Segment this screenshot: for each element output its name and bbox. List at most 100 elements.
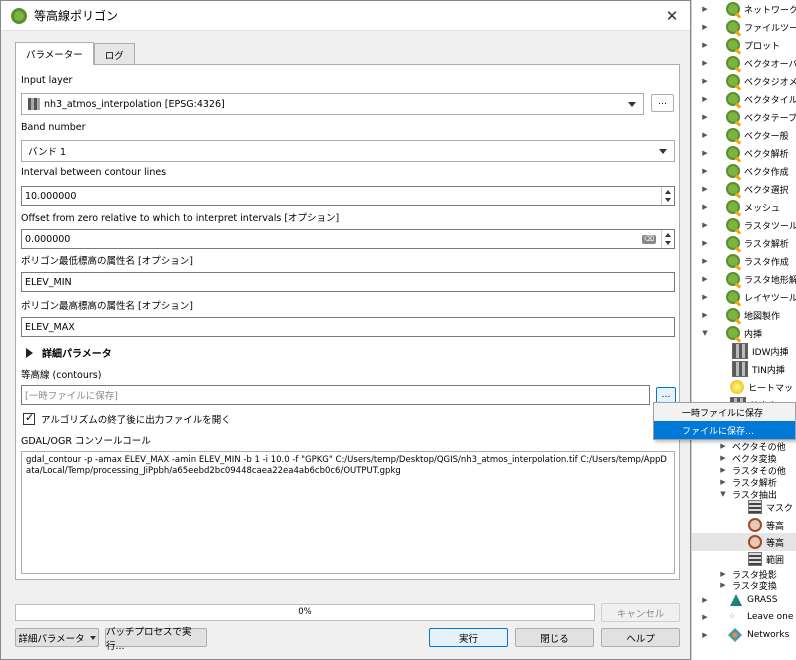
toolbox-group[interactable]: ▶ネットワーク解 <box>692 0 796 18</box>
expand-arrow-icon[interactable]: ▶ <box>700 631 710 639</box>
collapse-arrow-icon[interactable]: ▼ <box>718 490 728 498</box>
toolbox-group[interactable]: ▶ ベクタ選択 <box>692 180 789 198</box>
toolbox-group[interactable]: ▶ラスタ地形解析 <box>692 270 796 288</box>
help-button[interactable]: ヘルプ <box>601 628 680 647</box>
band-select[interactable]: バンド 1 <box>21 140 675 162</box>
networks-icon <box>728 628 742 642</box>
expand-arrow-icon[interactable]: ▶ <box>700 23 710 31</box>
toolbox-group[interactable]: ▶ ベクタタイル <box>692 90 796 108</box>
interval-spinbox[interactable]: 10.000000 <box>21 186 675 206</box>
collapse-arrow-icon[interactable]: ▼ <box>700 329 710 337</box>
expand-arrow-icon[interactable]: ▶ <box>700 221 710 229</box>
toolbox-algorithm[interactable]: 範囲 <box>692 550 784 568</box>
expand-arrow-icon[interactable]: ▶ <box>700 113 710 121</box>
menu-item-save-temp[interactable]: 一時ファイルに保存 <box>654 403 795 421</box>
batch-process-button[interactable]: バッチプロセスで実行... <box>105 627 207 652</box>
expand-arrow-icon[interactable]: ▶ <box>700 95 710 103</box>
input-layer-select[interactable]: nh3_atmos_interpolation [EPSG:4326] <box>21 93 644 115</box>
attr-min-field[interactable]: ELEV_MIN <box>21 272 675 292</box>
clear-icon[interactable]: ⌫ <box>642 235 656 244</box>
toolbox-gdal-group[interactable]: ▶ ラスタ変換 <box>692 579 777 592</box>
toolbox-gdal-group[interactable]: ▶ ラスタその他 <box>692 464 786 477</box>
toolbox-group[interactable]: ▶ベクタオーバー <box>692 54 796 72</box>
advanced-parameters-toggle[interactable]: 詳細パラメータ <box>26 345 112 360</box>
progress-bar: 0% <box>15 604 595 621</box>
expand-arrow-icon[interactable]: ▶ <box>700 131 710 139</box>
qgis-icon <box>726 38 740 52</box>
menu-item-save-to-file[interactable]: ファイルに保存… <box>654 421 795 439</box>
contour-polygon-icon <box>748 535 762 549</box>
toolbox-provider-networks[interactable]: ▶ Networks <box>692 626 789 644</box>
expand-arrow-icon[interactable]: ▶ <box>700 596 710 604</box>
expand-arrow-icon[interactable]: ▶ <box>700 203 710 211</box>
expand-arrow-icon[interactable]: ▶ <box>700 77 710 85</box>
toolbox-group[interactable]: ▶ ベクタ作成 <box>692 162 789 180</box>
close-icon[interactable]: ✕ <box>662 6 682 26</box>
attr-max-field[interactable]: ELEV_MAX <box>21 317 675 337</box>
tab-parameters[interactable]: パラメーター <box>15 42 94 65</box>
expand-arrow-icon[interactable]: ▶ <box>700 257 710 265</box>
expand-arrow-icon[interactable]: ▶ <box>718 442 728 450</box>
toolbox-group[interactable]: ▶ベクタテーブル <box>692 108 796 126</box>
mask-icon <box>748 500 762 514</box>
expand-arrow-icon[interactable]: ▶ <box>700 149 710 157</box>
spin-arrows-icon[interactable] <box>661 230 674 248</box>
toolbox-algorithm[interactable]: TIN内挿 <box>692 360 785 378</box>
output-path-field[interactable]: [一時ファイルに保存] <box>21 385 650 405</box>
qgis-icon <box>726 254 740 268</box>
toolbox-algorithm-selected[interactable]: 等高 <box>692 533 796 551</box>
toolbox-algorithm[interactable]: 等高 <box>692 516 784 534</box>
toolbox-group[interactable]: ▶ ラスタ作成 <box>692 252 789 270</box>
toolbox-gdal-group[interactable]: ▶ ベクタその他 <box>692 440 785 453</box>
input-layer-browse-button[interactable]: … <box>651 94 674 112</box>
toolbox-group[interactable]: ▶ ベクタ解析 <box>692 144 789 162</box>
expand-arrow-icon[interactable]: ▶ <box>718 466 728 474</box>
expand-arrow-icon[interactable]: ▶ <box>700 613 710 621</box>
offset-spinbox[interactable]: 0.000000 ⌫ <box>21 229 675 249</box>
toolbox-algorithm[interactable]: ヒートマッ <box>692 378 793 396</box>
expand-arrow-icon[interactable]: ▶ <box>700 239 710 247</box>
spin-arrows-icon[interactable] <box>661 187 674 205</box>
expand-arrow-icon[interactable]: ▶ <box>700 185 710 193</box>
toolbox-group[interactable]: ▶ ベクター般 <box>692 126 789 144</box>
expand-arrow-icon[interactable]: ▶ <box>700 311 710 319</box>
expand-arrow-icon[interactable]: ▶ <box>700 59 710 67</box>
toolbox-group[interactable]: ▶ プロット <box>692 36 780 54</box>
contour-icon <box>748 518 762 532</box>
cancel-button[interactable]: キャンセル <box>601 603 680 622</box>
checkbox-checked-icon[interactable] <box>23 411 35 425</box>
toolbox-group[interactable]: ▶ファイルツール <box>692 18 796 36</box>
expand-arrow-icon[interactable]: ▶ <box>700 167 710 175</box>
input-layer-label: Input layer <box>21 75 73 86</box>
toolbox-group[interactable]: ▶ ラスタ解析 <box>692 234 789 252</box>
toolbox-group[interactable]: ▶ レイヤツール <box>692 288 796 306</box>
toolbox-group[interactable]: ▶ ラスタツール <box>692 216 796 234</box>
toolbox-algorithm[interactable]: マスク <box>692 498 793 516</box>
toolbox-gdal-group[interactable]: ▶ ラスタ解析 <box>692 476 777 489</box>
expand-arrow-icon[interactable]: ▶ <box>718 570 728 578</box>
toolbox-provider-grass[interactable]: ▶ GRASS <box>692 591 777 609</box>
open-output-checkbox[interactable]: アルゴリズムの終了後に出力ファイルを開く <box>23 411 231 426</box>
toolbox-group[interactable]: ▶ベクタジオメトリ <box>692 72 796 90</box>
expand-arrow-icon[interactable]: ▶ <box>718 581 728 589</box>
expand-arrow-icon[interactable]: ▶ <box>700 275 710 283</box>
expand-arrow-icon[interactable]: ▶ <box>700 5 710 13</box>
band-label: Band number <box>21 122 86 133</box>
advanced-menu-button[interactable]: 詳細パラメータ <box>15 628 99 647</box>
expand-arrow-icon <box>26 347 33 358</box>
expand-arrow-icon[interactable]: ▶ <box>718 478 728 486</box>
toolbox-provider[interactable]: ▶⁘Leave one ou <box>692 608 796 626</box>
tab-log[interactable]: ログ <box>93 43 135 65</box>
expand-arrow-icon[interactable]: ▶ <box>700 41 710 49</box>
toolbox-group[interactable]: ▶ 地図製作 <box>692 306 780 324</box>
expand-arrow-icon[interactable]: ▶ <box>718 454 728 462</box>
run-button[interactable]: 実行 <box>429 628 508 647</box>
toolbox-group-interpolation[interactable]: ▼ 内挿 <box>692 324 762 342</box>
toolbox-algorithm[interactable]: IDW内挿 <box>692 342 788 360</box>
close-button[interactable]: 閉じる <box>515 628 594 647</box>
tab-bar: パラメーター ログ <box>15 42 135 65</box>
toolbox-gdal-group[interactable]: ▶ ベクタ変換 <box>692 452 776 465</box>
expand-arrow-icon[interactable]: ▶ <box>700 293 710 301</box>
toolbox-group[interactable]: ▶ メッシュ <box>692 198 780 216</box>
gdal-console-text[interactable]: gdal_contour -p -amax ELEV_MAX -amin ELE… <box>21 451 675 574</box>
